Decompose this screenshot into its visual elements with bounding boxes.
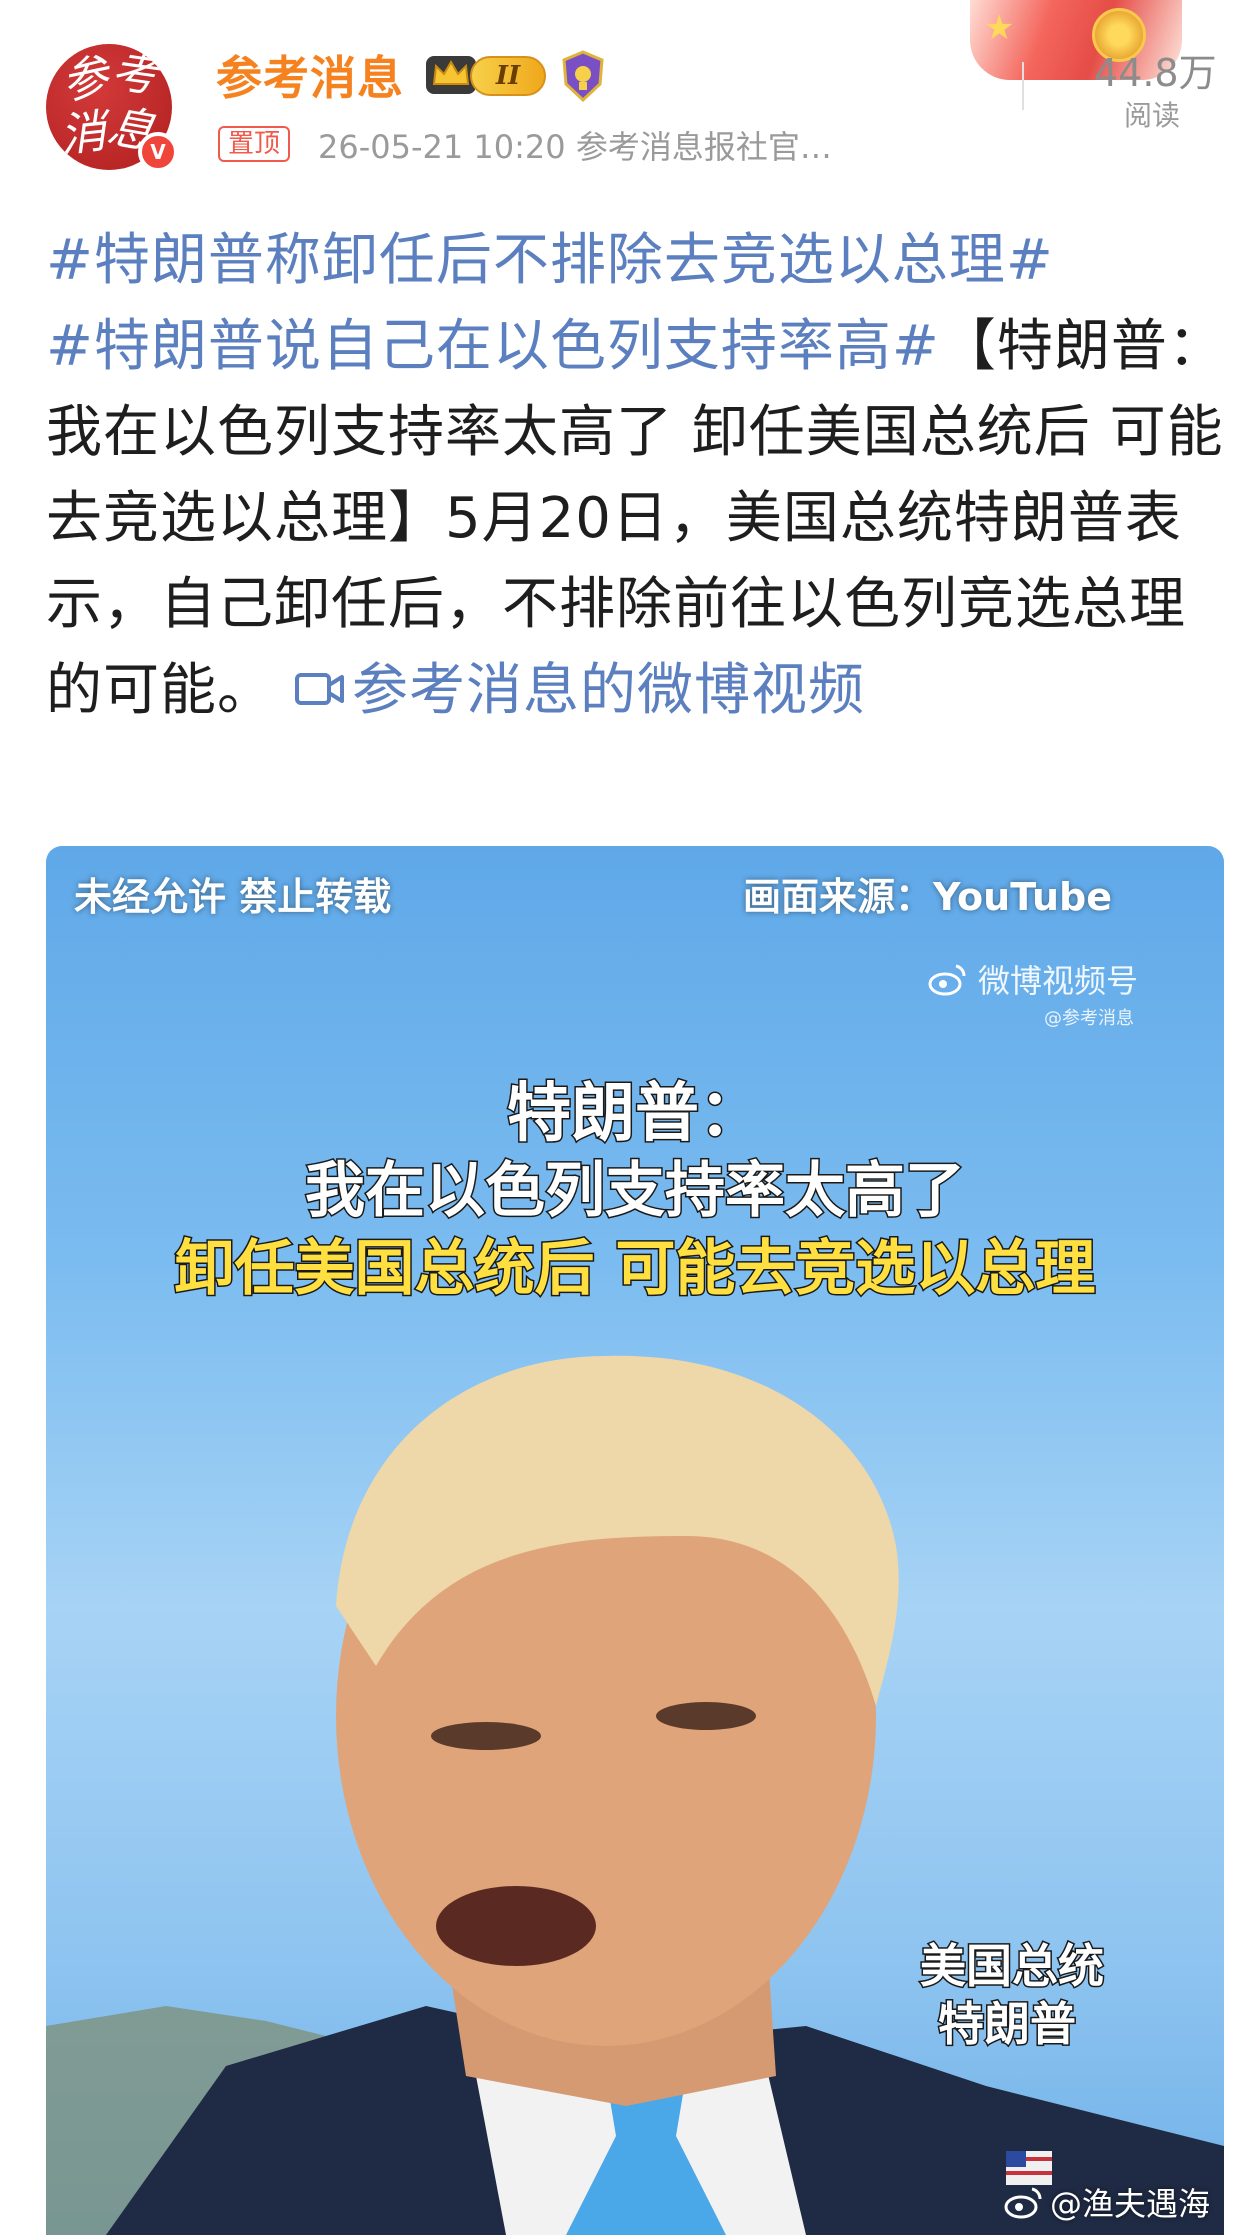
divider <box>1022 62 1024 110</box>
hashtag-link[interactable]: #特朗普称卸任后不排除去竞选以总理# <box>46 228 1054 293</box>
weibo-logo-icon <box>928 964 966 996</box>
video-caption: 我在以色列支持率太高了 <box>304 1155 967 1228</box>
pinned-badge: 置顶 <box>218 126 291 162</box>
avatar-glyph: 考 <box>108 44 162 103</box>
video-caption-highlight: 卸任美国总统后 可能去竞选以总理 <box>173 1233 1097 1306</box>
watermark-label: 微博视频号 <box>977 962 1138 1000</box>
post-meta-info: 26-05-21 10:20 参考消息报社官… <box>318 128 832 166</box>
watermark-sublabel: @参考消息 <box>1044 1008 1134 1029</box>
read-count-label: 阅读 <box>1124 99 1181 132</box>
account-name[interactable]: 参考消息 <box>216 42 404 108</box>
user-watermark-label: @渔夫遇海 <box>1049 2185 1210 2223</box>
video-icon[interactable] <box>294 669 346 709</box>
video-source: 画面来源：YouTube <box>743 875 1112 919</box>
user-watermark: @渔夫遇海 <box>1004 2179 1210 2225</box>
hashtag-link[interactable]: #特朗普说自己在以色列支持率高# <box>46 314 940 379</box>
weibo-video-watermark: 微博视频号 <box>928 956 1138 1002</box>
star-icon: ★ <box>984 8 1015 48</box>
video-caption: 特朗普： <box>506 1076 765 1153</box>
level-badge[interactable]: II <box>470 56 546 96</box>
shield-icon[interactable] <box>560 50 606 102</box>
speaker-nameplate: 特朗普 <box>937 1996 1078 2053</box>
avatar-glyph: 消 <box>57 103 109 163</box>
video-player[interactable]: 未经允许 禁止转载 画面来源：YouTube 微博视频号 @参考消息 特朗普： … <box>46 846 1224 2235</box>
avatar-glyph: 参 <box>56 47 114 111</box>
video-copyright-notice: 未经允许 禁止转载 <box>74 875 392 919</box>
verified-icon: V <box>138 132 178 172</box>
speaker-nameplate: 美国总统 <box>919 1938 1106 1995</box>
post-text: #特朗普称卸任后不排除去竞选以总理# #特朗普说自己在以色列支持率高#【特朗普：… <box>46 218 1226 734</box>
read-count: 44.8万 <box>1094 51 1217 95</box>
weibo-logo-icon <box>1004 2187 1042 2219</box>
video-link[interactable]: 参考消息的微博视频 <box>352 658 865 723</box>
